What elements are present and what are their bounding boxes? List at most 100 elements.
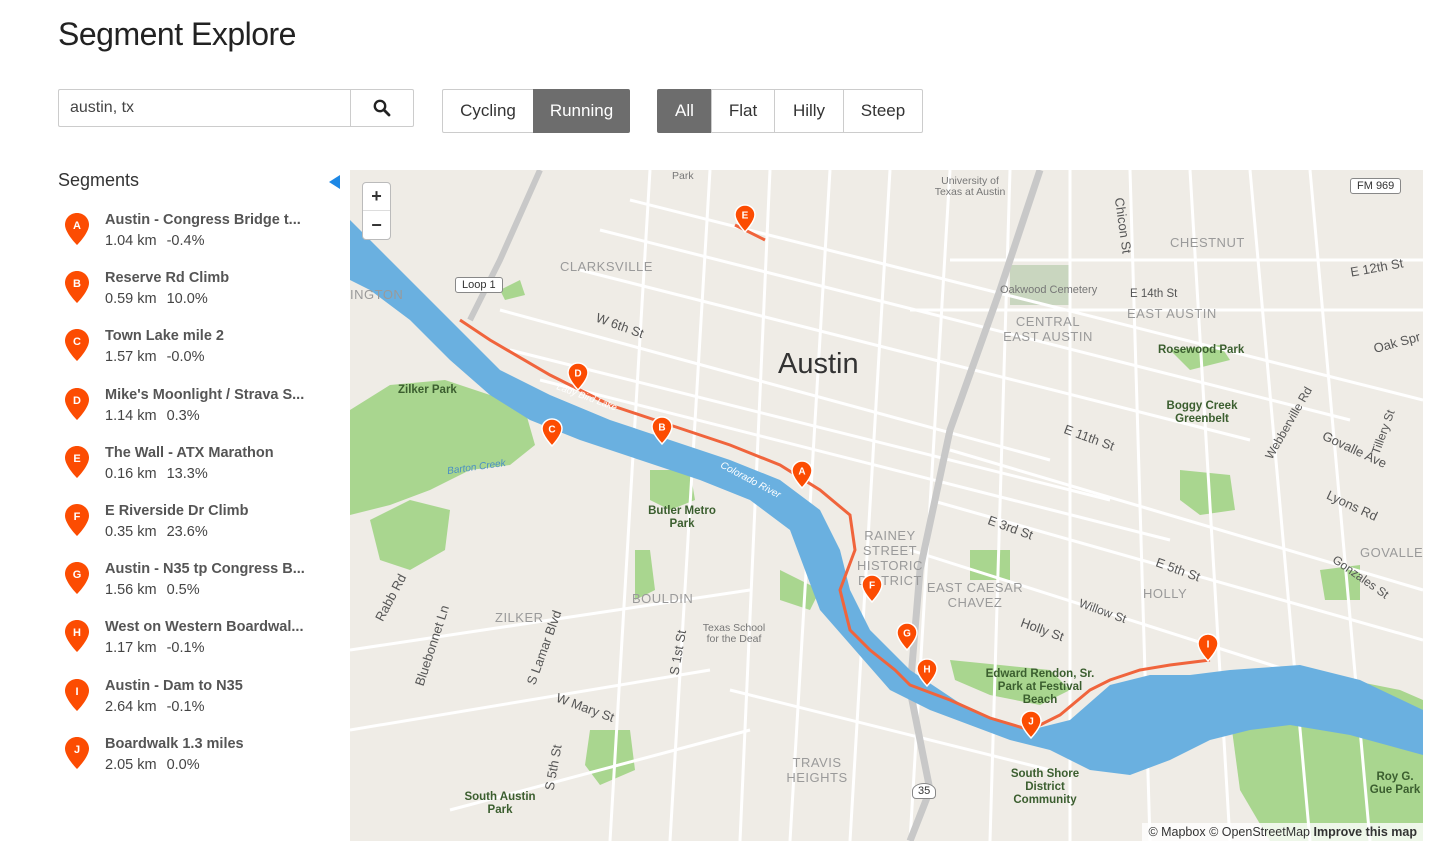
segment-distance: 2.05 km xyxy=(105,756,157,773)
search-bar xyxy=(58,89,414,127)
zoom-out-button[interactable]: − xyxy=(363,211,390,239)
segment-item-e[interactable]: E The Wall - ATX Marathon 0.16 km 13.3% xyxy=(64,443,334,501)
osm-attribution-link[interactable]: © OpenStreetMap xyxy=(1209,825,1310,839)
map-marker-c[interactable]: C xyxy=(541,418,563,447)
park-label: Oakwood Cemetery xyxy=(1000,284,1098,296)
svg-text:F: F xyxy=(869,581,875,592)
district-label: INGTON xyxy=(350,287,404,302)
map-marker-d[interactable]: D xyxy=(567,362,589,391)
segment-item-a[interactable]: A Austin - Congress Bridge t... 1.04 km -… xyxy=(64,210,334,268)
map-marker-i[interactable]: I xyxy=(1197,633,1219,662)
map-marker-g[interactable]: G xyxy=(896,622,918,651)
improve-map-link[interactable]: Improve this map xyxy=(1314,825,1418,839)
svg-text:J: J xyxy=(74,744,80,756)
marker-pin-icon: J xyxy=(65,736,89,769)
map-marker-b[interactable]: B xyxy=(651,416,673,445)
svg-text:C: C xyxy=(548,425,555,436)
segment-grade: -0.1% xyxy=(166,640,205,657)
svg-text:A: A xyxy=(798,467,805,478)
segment-distance: 1.56 km xyxy=(105,582,157,599)
svg-text:F: F xyxy=(74,511,81,523)
svg-text:E: E xyxy=(742,211,749,222)
marker-pin-icon: D xyxy=(65,387,89,420)
marker-pin-icon: I xyxy=(65,678,89,711)
map-marker-j[interactable]: J xyxy=(1020,710,1042,739)
svg-text:G: G xyxy=(903,629,911,640)
terrain-filter: All Flat Hilly Steep xyxy=(657,89,923,133)
map-marker-f[interactable]: F xyxy=(861,574,883,603)
svg-text:I: I xyxy=(75,686,78,698)
segment-grade: -0.1% xyxy=(166,698,205,715)
running-button[interactable]: Running xyxy=(533,89,630,133)
search-input[interactable] xyxy=(58,89,350,127)
map-marker-a[interactable]: A xyxy=(791,460,813,489)
segment-item-h[interactable]: H West on Western Boardwal... 1.17 km -0.… xyxy=(64,617,334,675)
segment-stats: 1.56 km 0.5% xyxy=(105,582,200,598)
sport-filter: Cycling Running xyxy=(442,89,630,133)
segment-item-b[interactable]: B Reserve Rd Climb 0.59 km 10.0% xyxy=(64,268,334,326)
segment-distance: 1.04 km xyxy=(105,233,157,249)
segment-distance: 0.35 km xyxy=(105,523,157,540)
map-marker-h[interactable]: H xyxy=(916,658,938,687)
map-marker-e[interactable]: E xyxy=(734,204,756,233)
segment-map[interactable]: + − Austin CLARKSVILLE CENTRAL EAST AUST… xyxy=(350,170,1423,841)
marker-pin-icon: H xyxy=(65,620,89,653)
district-label: CENTRAL EAST AUSTIN xyxy=(1003,314,1093,344)
segment-grade: 10.0% xyxy=(166,291,208,308)
map-base-layer xyxy=(350,170,1423,841)
park-label: Edward Rendon, Sr. Park at Festival Beac… xyxy=(985,668,1095,706)
segment-item-c[interactable]: C Town Lake mile 2 1.57 km -0.0% xyxy=(64,326,334,384)
terrain-all-button[interactable]: All xyxy=(657,89,712,133)
district-label: HOLLY xyxy=(1143,586,1188,601)
park-label: University of Texas at Austin xyxy=(934,175,1006,198)
svg-text:H: H xyxy=(73,627,81,639)
terrain-hilly-button[interactable]: Hilly xyxy=(774,89,844,133)
svg-text:A: A xyxy=(73,220,81,232)
cycling-button[interactable]: Cycling xyxy=(442,89,534,133)
segment-distance: 0.16 km xyxy=(105,465,157,482)
marker-pin-icon: A xyxy=(65,213,89,245)
svg-text:D: D xyxy=(73,395,81,407)
zoom-control: + − xyxy=(362,182,391,240)
segment-item-d[interactable]: D Mike's Moonlight / Strava S... 1.14 km… xyxy=(64,385,334,443)
svg-text:C: C xyxy=(73,336,81,348)
interstate-35-shield: 35 xyxy=(912,783,937,799)
segment-grade: 13.3% xyxy=(166,465,208,482)
segment-distance: 1.17 km xyxy=(105,640,157,657)
district-label: TRAVIS HEIGHTS xyxy=(786,755,848,785)
segment-grade: 0.0% xyxy=(166,756,200,773)
district-label: ZILKER xyxy=(495,610,544,625)
terrain-flat-button[interactable]: Flat xyxy=(711,89,775,133)
segment-name: Austin - N35 tp Congress B... xyxy=(105,561,305,578)
district-label: CLARKSVILLE xyxy=(560,259,653,274)
city-label: Austin xyxy=(778,348,859,380)
search-button[interactable] xyxy=(350,89,414,127)
segment-item-j[interactable]: J Boardwalk 1.3 miles 2.05 km 0.0% xyxy=(64,734,334,792)
collapse-sidebar-icon[interactable] xyxy=(329,175,340,189)
segment-name: Boardwalk 1.3 miles xyxy=(105,735,244,752)
park-label: Rosewood Park xyxy=(1158,344,1245,356)
mapbox-attribution-link[interactable]: © Mapbox xyxy=(1148,825,1205,839)
segment-item-f[interactable]: F E Riverside Dr Climb 0.35 km 23.6% xyxy=(64,501,334,559)
svg-text:B: B xyxy=(658,423,665,434)
zoom-in-button[interactable]: + xyxy=(363,183,390,211)
svg-text:G: G xyxy=(73,569,82,581)
svg-text:E: E xyxy=(73,453,80,465)
terrain-steep-button[interactable]: Steep xyxy=(843,89,923,133)
segment-name: E Riverside Dr Climb xyxy=(105,502,249,519)
segment-stats: 1.17 km -0.1% xyxy=(105,640,204,656)
segment-item-i[interactable]: I Austin - Dam to N35 2.64 km -0.1% xyxy=(64,676,334,734)
segment-name: Austin - Congress Bridge t... xyxy=(105,212,301,228)
segment-stats: 2.05 km 0.0% xyxy=(105,757,200,773)
page-title: Segment Explore xyxy=(58,16,296,52)
segment-name: Reserve Rd Climb xyxy=(105,270,230,287)
park-label: Zilker Park xyxy=(398,384,457,396)
segment-item-g[interactable]: G Austin - N35 tp Congress B... 1.56 km 0… xyxy=(64,559,334,617)
segment-distance: 1.57 km xyxy=(105,349,157,366)
district-label: BOULDIN xyxy=(632,591,694,606)
search-icon xyxy=(373,99,391,117)
segment-grade: -0.4% xyxy=(166,233,205,249)
segment-distance: 1.14 km xyxy=(105,407,157,424)
district-label: CHESTNUT xyxy=(1170,235,1245,250)
svg-text:H: H xyxy=(923,665,930,676)
